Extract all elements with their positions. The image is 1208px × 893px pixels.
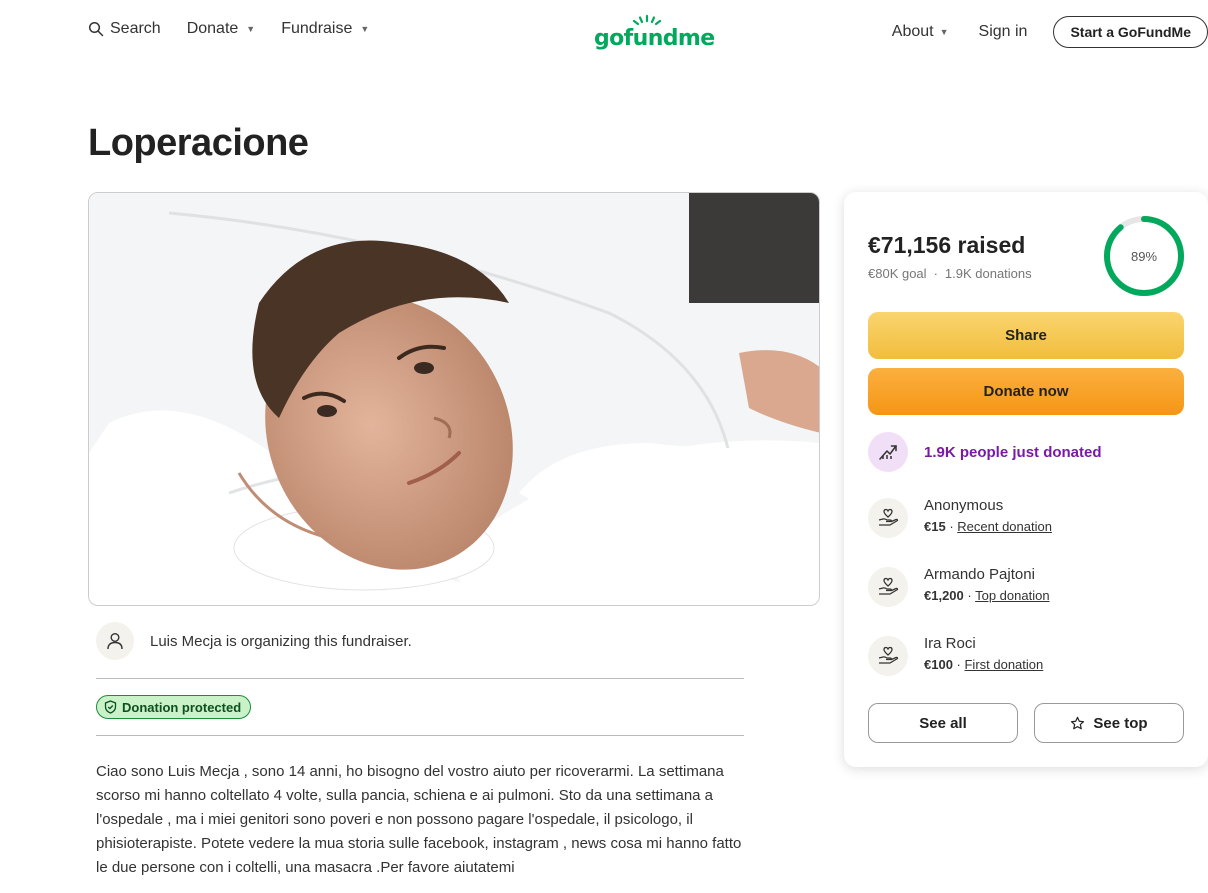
- top-donation-link[interactable]: Top donation: [975, 588, 1049, 603]
- start-gofundme-button[interactable]: Start a GoFundMe: [1053, 16, 1208, 48]
- donate-menu-label: Donate: [186, 20, 239, 37]
- fundraise-menu-label: Fundraise: [281, 20, 353, 37]
- see-top-label: See top: [1093, 714, 1148, 732]
- progress-ring: 89%: [1102, 214, 1186, 298]
- about-menu[interactable]: About ▼: [892, 23, 949, 41]
- donation-trend: 1.9K people just donated: [868, 432, 1102, 472]
- gofundme-logo[interactable]: gofundme: [594, 14, 715, 54]
- logo-text: gofundme: [594, 26, 715, 51]
- divider: [96, 735, 744, 736]
- search-button[interactable]: Search: [88, 20, 161, 38]
- amount-raised: €71,156 raised: [868, 232, 1026, 258]
- heart-hand-icon: [868, 636, 908, 676]
- search-icon: [88, 21, 104, 37]
- share-button[interactable]: Share: [868, 312, 1184, 359]
- page-title: Loperacione: [88, 122, 309, 164]
- top-navigation: Search Donate ▼ Fundraise ▼ gofundme Abo…: [0, 0, 1208, 64]
- progress-percent: 89%: [1130, 248, 1158, 264]
- goal-text: €80K goal: [868, 266, 927, 281]
- chevron-down-icon: ▼: [939, 27, 949, 37]
- user-icon: [107, 633, 123, 650]
- about-menu-label: About: [891, 23, 934, 40]
- donor-item: Ira Roci €100 · First donation: [868, 634, 1043, 676]
- nav-right: About ▼ Sign in Start a GoFundMe: [892, 16, 1208, 48]
- chevron-down-icon: ▼: [246, 24, 256, 34]
- nav-left: Search Donate ▼ Fundraise ▼: [88, 20, 369, 38]
- divider: [96, 678, 744, 679]
- first-donation-link[interactable]: First donation: [964, 657, 1043, 672]
- avatar: [96, 622, 134, 660]
- donation-protected-label: Donation protected: [122, 699, 242, 715]
- organizer-text: Luis Mecja is organizing this fundraiser…: [150, 632, 412, 650]
- donate-menu[interactable]: Donate ▼: [187, 20, 256, 38]
- fundraise-menu[interactable]: Fundraise ▼: [281, 20, 369, 38]
- donor-item: Anonymous €15 · Recent donation: [868, 496, 1052, 538]
- donor-meta: €100 · First donation: [924, 657, 1044, 672]
- star-icon: [1071, 716, 1085, 729]
- heart-hand-icon: [868, 498, 908, 538]
- chevron-down-icon: ▼: [360, 24, 370, 34]
- donation-card: €71,156 raised €80K goal · 1.9K donations …: [844, 192, 1208, 767]
- donor-meta: €1,200 · Top donation: [924, 588, 1050, 603]
- campaign-photo-art: [89, 193, 819, 605]
- donor-meta: €15 · Recent donation: [924, 519, 1052, 534]
- search-label: Search: [110, 20, 161, 37]
- donor-name: Ira Roci: [924, 635, 976, 652]
- donations-count: 1.9K donations: [944, 266, 1032, 281]
- goal-summary: €80K goal · 1.9K donations: [868, 266, 1032, 281]
- donate-now-button[interactable]: Donate now: [868, 368, 1184, 415]
- see-all-button[interactable]: See all: [868, 703, 1018, 743]
- see-top-button[interactable]: See top: [1034, 703, 1184, 743]
- trending-up-icon: [868, 432, 908, 472]
- heart-hand-icon: [868, 567, 908, 607]
- sign-in-link[interactable]: Sign in: [979, 23, 1028, 41]
- recent-donation-link[interactable]: Recent donation: [957, 519, 1052, 534]
- donor-item: Armando Pajtoni €1,200 · Top donation: [868, 565, 1050, 607]
- donor-name: Armando Pajtoni: [924, 566, 1035, 583]
- donor-name: Anonymous: [924, 497, 1004, 514]
- trend-text: 1.9K people just donated: [924, 443, 1102, 461]
- organizer-row: Luis Mecja is organizing this fundraiser…: [96, 622, 412, 660]
- campaign-story: Ciao sono Luis Mecja , sono 14 anni, ho …: [96, 763, 742, 876]
- shield-check-icon: [104, 700, 117, 714]
- campaign-photo[interactable]: [88, 192, 820, 606]
- donation-protected-badge[interactable]: Donation protected: [96, 695, 252, 719]
